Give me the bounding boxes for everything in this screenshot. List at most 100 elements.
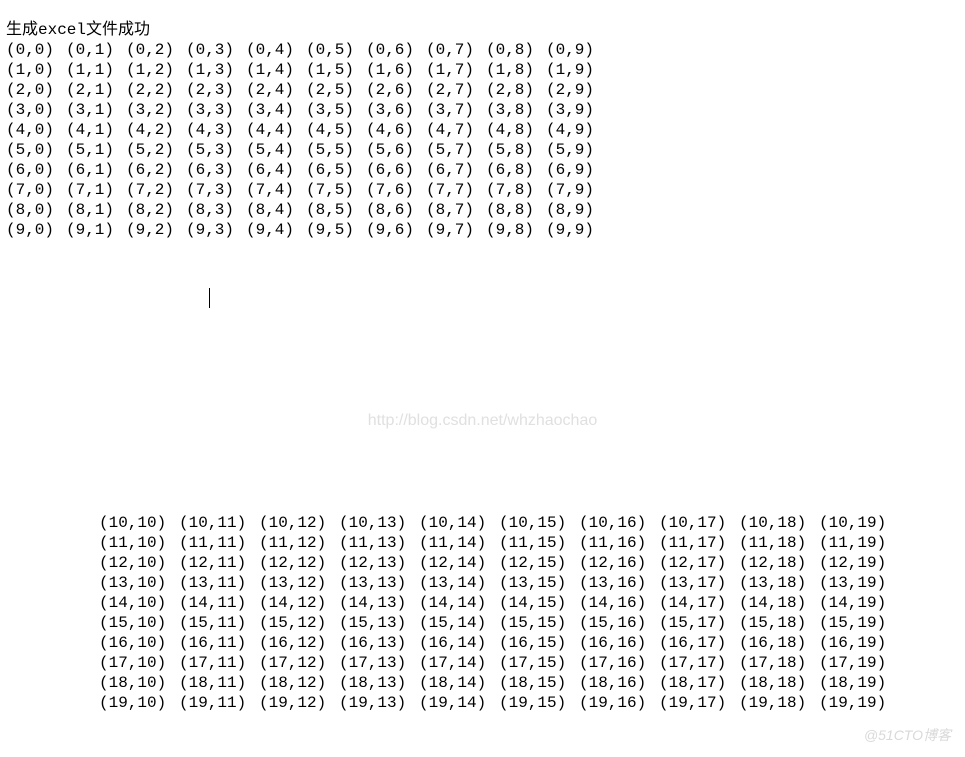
coord-cell: (7,6) xyxy=(366,180,426,200)
coord-cell: (14,15) xyxy=(499,593,579,613)
coord-cell: (15,10) xyxy=(99,613,179,633)
coord-cell: (5,0) xyxy=(6,140,66,160)
coord-cell: (3,0) xyxy=(6,100,66,120)
coord-cell: (3,3) xyxy=(186,100,246,120)
coord-cell: (4,1) xyxy=(66,120,126,140)
coord-cell: (0,6) xyxy=(366,40,426,60)
coord-row: (18,10)(18,11)(18,12)(18,13)(18,14)(18,1… xyxy=(99,673,899,693)
coord-cell: (8,4) xyxy=(246,200,306,220)
coord-cell: (4,8) xyxy=(486,120,546,140)
coord-cell: (10,15) xyxy=(499,513,579,533)
coord-cell: (15,13) xyxy=(339,613,419,633)
coord-cell: (13,12) xyxy=(259,573,339,593)
coord-cell: (15,19) xyxy=(819,613,899,633)
coord-cell: (9,2) xyxy=(126,220,186,240)
coord-cell: (5,1) xyxy=(66,140,126,160)
coord-cell: (15,16) xyxy=(579,613,659,633)
coord-cell: (16,11) xyxy=(179,633,259,653)
coordinate-grid-1: (0,0)(0,1)(0,2)(0,3)(0,4)(0,5)(0,6)(0,7)… xyxy=(6,40,606,240)
coord-cell: (4,7) xyxy=(426,120,486,140)
coord-cell: (0,8) xyxy=(486,40,546,60)
coord-cell: (18,18) xyxy=(739,673,819,693)
coord-cell: (18,17) xyxy=(659,673,739,693)
coord-cell: (0,5) xyxy=(306,40,366,60)
coord-cell: (1,0) xyxy=(6,60,66,80)
coord-cell: (8,7) xyxy=(426,200,486,220)
coord-cell: (12,11) xyxy=(179,553,259,573)
coord-row: (7,0)(7,1)(7,2)(7,3)(7,4)(7,5)(7,6)(7,7)… xyxy=(6,180,606,200)
coord-row: (14,10)(14,11)(14,12)(14,13)(14,14)(14,1… xyxy=(99,593,899,613)
coord-cell: (11,16) xyxy=(579,533,659,553)
coord-cell: (6,5) xyxy=(306,160,366,180)
coord-cell: (11,10) xyxy=(99,533,179,553)
coord-cell: (19,17) xyxy=(659,693,739,713)
coord-cell: (19,18) xyxy=(739,693,819,713)
coord-cell: (8,6) xyxy=(366,200,426,220)
coord-cell: (8,1) xyxy=(66,200,126,220)
coord-cell: (2,1) xyxy=(66,80,126,100)
coord-cell: (18,14) xyxy=(419,673,499,693)
coord-cell: (7,7) xyxy=(426,180,486,200)
coord-cell: (19,19) xyxy=(819,693,899,713)
coord-cell: (13,10) xyxy=(99,573,179,593)
coord-cell: (16,12) xyxy=(259,633,339,653)
coord-cell: (5,6) xyxy=(366,140,426,160)
coord-row: (4,0)(4,1)(4,2)(4,3)(4,4)(4,5)(4,6)(4,7)… xyxy=(6,120,606,140)
coord-cell: (13,11) xyxy=(179,573,259,593)
coord-cell: (4,9) xyxy=(546,120,606,140)
coord-cell: (14,17) xyxy=(659,593,739,613)
coord-cell: (4,4) xyxy=(246,120,306,140)
coord-cell: (11,17) xyxy=(659,533,739,553)
coord-cell: (6,9) xyxy=(546,160,606,180)
coord-cell: (9,3) xyxy=(186,220,246,240)
coord-cell: (2,4) xyxy=(246,80,306,100)
coord-cell: (16,17) xyxy=(659,633,739,653)
coord-cell: (14,12) xyxy=(259,593,339,613)
coord-cell: (8,0) xyxy=(6,200,66,220)
coord-row: (3,0)(3,1)(3,2)(3,3)(3,4)(3,5)(3,6)(3,7)… xyxy=(6,100,606,120)
coord-cell: (12,16) xyxy=(579,553,659,573)
coord-row: (2,0)(2,1)(2,2)(2,3)(2,4)(2,5)(2,6)(2,7)… xyxy=(6,80,606,100)
coord-cell: (7,8) xyxy=(486,180,546,200)
coordinate-grid-2: (10,10)(10,11)(10,12)(10,13)(10,14)(10,1… xyxy=(99,513,899,713)
coord-cell: (2,6) xyxy=(366,80,426,100)
coord-cell: (13,16) xyxy=(579,573,659,593)
coord-cell: (16,10) xyxy=(99,633,179,653)
coord-cell: (19,10) xyxy=(99,693,179,713)
coord-cell: (6,8) xyxy=(486,160,546,180)
coord-cell: (14,16) xyxy=(579,593,659,613)
text-cursor xyxy=(209,288,210,308)
coord-cell: (6,4) xyxy=(246,160,306,180)
coord-cell: (2,5) xyxy=(306,80,366,100)
coord-cell: (11,14) xyxy=(419,533,499,553)
coord-cell: (15,11) xyxy=(179,613,259,633)
coord-cell: (16,14) xyxy=(419,633,499,653)
coord-cell: (9,4) xyxy=(246,220,306,240)
coord-cell: (1,3) xyxy=(186,60,246,80)
coord-cell: (18,10) xyxy=(99,673,179,693)
coord-cell: (15,17) xyxy=(659,613,739,633)
coord-cell: (17,17) xyxy=(659,653,739,673)
coord-cell: (10,14) xyxy=(419,513,499,533)
coord-cell: (8,9) xyxy=(546,200,606,220)
console-output-block-2: (10,10)(10,11)(10,12)(10,13)(10,14)(10,1… xyxy=(99,513,899,713)
coord-cell: (16,15) xyxy=(499,633,579,653)
coord-cell: (16,16) xyxy=(579,633,659,653)
coord-cell: (10,12) xyxy=(259,513,339,533)
coord-cell: (7,5) xyxy=(306,180,366,200)
coord-row: (9,0)(9,1)(9,2)(9,3)(9,4)(9,5)(9,6)(9,7)… xyxy=(6,220,606,240)
coord-cell: (10,10) xyxy=(99,513,179,533)
coord-cell: (10,16) xyxy=(579,513,659,533)
coord-cell: (15,14) xyxy=(419,613,499,633)
coord-cell: (0,9) xyxy=(546,40,606,60)
coord-cell: (5,8) xyxy=(486,140,546,160)
coord-cell: (13,18) xyxy=(739,573,819,593)
coord-cell: (18,11) xyxy=(179,673,259,693)
coord-row: (19,10)(19,11)(19,12)(19,13)(19,14)(19,1… xyxy=(99,693,899,713)
coord-cell: (12,10) xyxy=(99,553,179,573)
coord-cell: (17,14) xyxy=(419,653,499,673)
coord-cell: (6,3) xyxy=(186,160,246,180)
coord-cell: (11,19) xyxy=(819,533,899,553)
coord-cell: (17,13) xyxy=(339,653,419,673)
coord-cell: (13,13) xyxy=(339,573,419,593)
